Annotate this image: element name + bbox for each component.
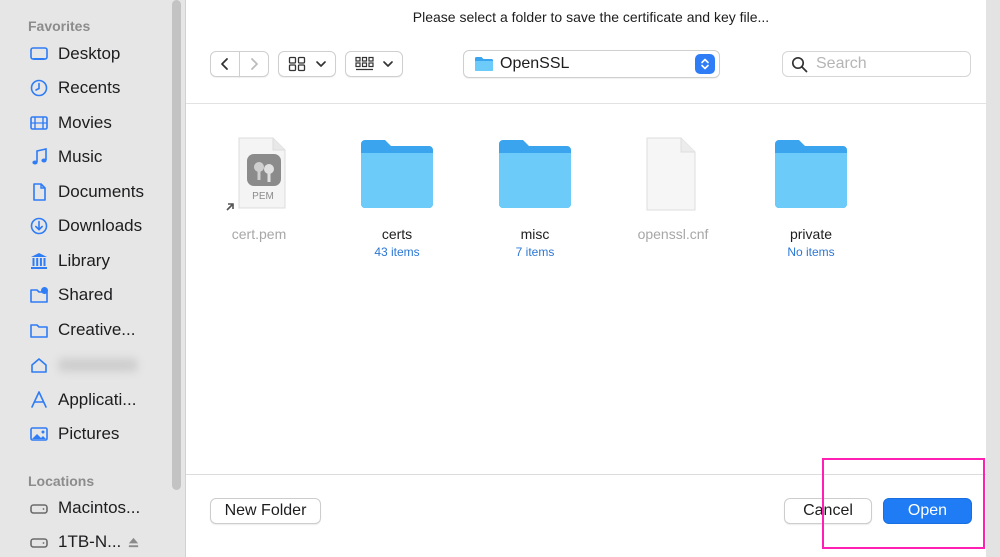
annotation-highlight-box bbox=[822, 458, 985, 549]
location-popup-label: OpenSSL bbox=[500, 55, 570, 72]
sidebar: Favorites Desktop Recents Movies Music D… bbox=[0, 0, 186, 557]
sidebar-item-label: Macintos... bbox=[58, 498, 141, 517]
chevron-left-icon bbox=[221, 58, 228, 70]
sidebar-item-label: Library bbox=[58, 251, 110, 270]
sidebar-item-label: Downloads bbox=[58, 216, 143, 235]
sidebar-item-label: Pictures bbox=[58, 424, 120, 443]
sidebar-item-desktop[interactable]: Desktop bbox=[28, 39, 173, 69]
sidebar-item-label: Shared bbox=[58, 285, 113, 304]
sidebar-item-applications[interactable]: Applicati... bbox=[28, 385, 173, 415]
sidebar-item-macintosh-hd[interactable]: Macintos... bbox=[28, 493, 173, 523]
chevron-right-icon bbox=[251, 58, 258, 70]
group-grid-icon bbox=[354, 56, 374, 71]
dialog-prompt: Please select a folder to save the certi… bbox=[412, 9, 770, 25]
popup-stepper bbox=[695, 54, 715, 74]
icon-view-button[interactable] bbox=[278, 51, 336, 77]
up-down-chevron-icon bbox=[701, 58, 709, 70]
sidebar-item-library[interactable]: Library bbox=[28, 246, 173, 276]
file-name: misc bbox=[520, 226, 550, 242]
desktop-icon bbox=[28, 43, 50, 65]
sidebar-item-label: Recents bbox=[58, 78, 121, 97]
sidebar-item-label: Creative... bbox=[58, 320, 136, 339]
clock-icon bbox=[28, 77, 50, 99]
locations-section-title: Locations bbox=[28, 473, 95, 489]
toolbar-divider bbox=[186, 103, 986, 104]
background-window-edge bbox=[986, 0, 1000, 557]
folder-icon bbox=[495, 136, 575, 212]
item-count: 43 items bbox=[374, 245, 420, 259]
file-name: certs bbox=[381, 226, 413, 242]
file-name: private bbox=[789, 226, 833, 242]
chevron-down-icon bbox=[382, 61, 393, 67]
sidebar-item-label: Movies bbox=[58, 113, 112, 132]
library-icon bbox=[28, 250, 50, 272]
document-icon bbox=[28, 181, 50, 203]
pictures-icon bbox=[28, 423, 50, 445]
sidebar-item-home[interactable] bbox=[28, 350, 173, 380]
file-name: openssl.cnf bbox=[637, 226, 709, 242]
sidebar-item-label: Applicati... bbox=[58, 390, 137, 409]
sidebar-item-recents[interactable]: Recents bbox=[28, 73, 173, 103]
file-item-openssl-cnf[interactable]: openssl.cnf bbox=[618, 136, 728, 242]
applications-icon bbox=[28, 389, 50, 411]
eject-icon[interactable] bbox=[127, 536, 140, 549]
drive-icon bbox=[28, 531, 50, 553]
folder-icon bbox=[771, 136, 851, 212]
sidebar-item-label: Desktop bbox=[58, 44, 121, 63]
sidebar-item-downloads[interactable]: Downloads bbox=[28, 211, 173, 241]
shared-folder-icon bbox=[28, 284, 50, 306]
folder-item-private[interactable]: private No items bbox=[756, 136, 866, 259]
sidebar-item-creative[interactable]: Creative... bbox=[28, 315, 173, 345]
music-note-icon bbox=[28, 146, 50, 168]
sidebar-item-1tb-drive[interactable]: 1TB-N... bbox=[28, 527, 173, 557]
drive-icon bbox=[28, 497, 50, 519]
grid-view-icon bbox=[288, 56, 305, 72]
item-count: 7 items bbox=[515, 245, 555, 259]
favorites-section-title: Favorites bbox=[28, 18, 91, 34]
file-item-cert-pem[interactable]: PEM cert.pem bbox=[204, 136, 314, 242]
location-popup[interactable]: OpenSSL bbox=[463, 50, 720, 78]
sidebar-item-documents[interactable]: Documents bbox=[28, 177, 173, 207]
search-icon bbox=[791, 56, 808, 72]
sidebar-item-label: Music bbox=[58, 147, 103, 166]
file-name: cert.pem bbox=[231, 226, 287, 242]
new-folder-button[interactable]: New Folder bbox=[210, 498, 321, 524]
forward-button[interactable] bbox=[239, 51, 269, 77]
search-field[interactable] bbox=[782, 51, 971, 77]
finder-save-dialog-screen: Favorites Desktop Recents Movies Music D… bbox=[0, 0, 1000, 557]
folder-icon bbox=[475, 57, 493, 71]
folder-item-certs[interactable]: certs 43 items bbox=[342, 136, 452, 259]
sidebar-item-label: Documents bbox=[58, 182, 144, 201]
sidebar-item-label: 1TB-N... bbox=[58, 532, 122, 551]
document-file-icon bbox=[633, 136, 713, 212]
search-input[interactable] bbox=[816, 55, 966, 73]
group-by-button[interactable] bbox=[345, 51, 403, 77]
sidebar-item-music[interactable]: Music bbox=[28, 142, 173, 172]
folder-icon bbox=[357, 136, 437, 212]
pem-file-icon: PEM bbox=[219, 136, 299, 212]
folder-item-misc[interactable]: misc 7 items bbox=[480, 136, 590, 259]
sidebar-item-shared[interactable]: Shared bbox=[28, 280, 173, 310]
film-icon bbox=[28, 112, 50, 134]
pem-badge-label: PEM bbox=[252, 191, 274, 202]
sidebar-item-movies[interactable]: Movies bbox=[28, 108, 173, 138]
item-count: No items bbox=[787, 245, 835, 259]
home-icon bbox=[28, 354, 50, 376]
folder-icon bbox=[28, 319, 50, 341]
sidebar-scrollbar[interactable] bbox=[172, 0, 181, 490]
home-folder-redacted-label bbox=[58, 358, 138, 372]
chevron-down-icon bbox=[315, 61, 326, 67]
back-button[interactable] bbox=[210, 51, 240, 77]
download-icon bbox=[28, 215, 50, 237]
sidebar-item-pictures[interactable]: Pictures bbox=[28, 419, 173, 449]
